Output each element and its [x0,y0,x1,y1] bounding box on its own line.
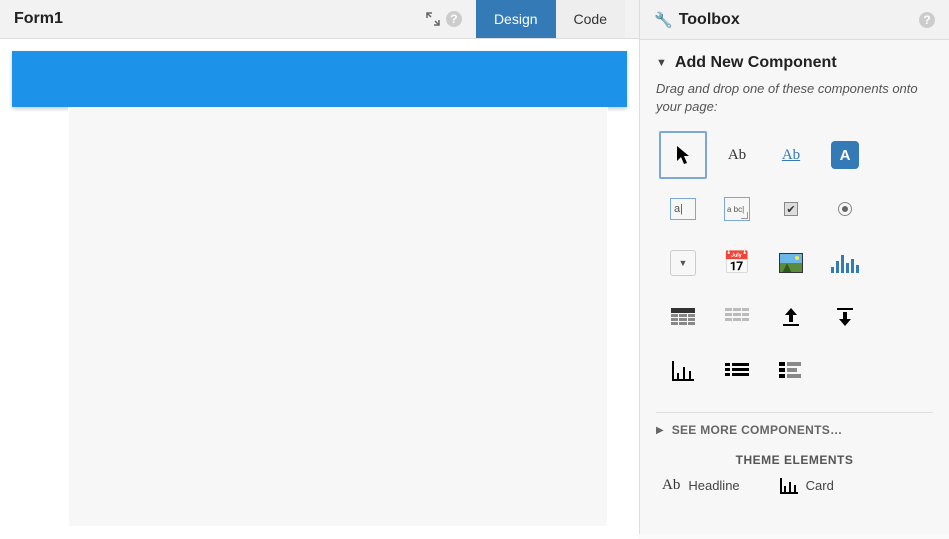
image-icon [779,253,803,273]
section-add-new[interactable]: ▼ Add New Component [656,54,933,72]
card-icon [780,478,798,494]
repeating-icon [725,308,749,326]
form-title: Form1 [14,10,63,28]
theme-title: THEME ELEMENTS [656,453,933,467]
button-icon: A [831,141,859,169]
left-panel: Form1 ? Design Code [0,0,639,534]
toolbox-header: 🔧 Toolbox ? [640,0,949,40]
dropdown-icon: ▼ [670,250,696,276]
theme-card[interactable]: Card [780,478,834,494]
download-icon [834,306,856,328]
toolbox-body: ▼ Add New Component Drag and drop one of… [640,40,949,534]
tool-link[interactable]: Ab [764,128,818,182]
tool-checkbox[interactable]: ✔ [764,182,818,236]
tool-upload[interactable] [764,290,818,344]
textbox-icon: a| [670,198,696,220]
datagrid-icon [671,308,695,326]
theme-headline[interactable]: Ab Headline [662,477,740,494]
tool-radio[interactable] [818,182,872,236]
tab-design[interactable]: Design [476,0,556,38]
view-tabs: Design Code [476,0,625,38]
theme-elements: THEME ELEMENTS Ab Headline Card [656,453,933,494]
upload-icon [780,306,802,328]
tool-datepicker[interactable]: 📅 [710,236,764,290]
label-icon: Ab [728,147,746,164]
tool-linear-panel[interactable] [710,344,764,398]
tool-flow-panel[interactable] [764,344,818,398]
expand-icon[interactable] [426,12,440,26]
textarea-icon: a bc| [724,197,750,221]
tab-code[interactable]: Code [556,0,625,38]
tool-download[interactable] [818,290,872,344]
checkbox-icon: ✔ [784,202,798,216]
left-header: Form1 ? Design Code [0,0,639,39]
tool-datagrid[interactable] [656,290,710,344]
tool-chart[interactable] [818,236,872,290]
form-body[interactable] [68,107,608,527]
toolbox-panel: 🔧 Toolbox ? ▼ Add New Component Drag and… [639,0,949,534]
tool-image[interactable] [764,236,818,290]
tool-label[interactable]: Ab [710,128,764,182]
chevron-down-icon: ▼ [656,57,667,69]
radio-icon [838,202,852,216]
linear-icon [725,363,749,379]
tool-cursor[interactable] [656,128,710,182]
design-canvas[interactable] [0,39,639,539]
calendar-icon: 📅 [723,250,750,276]
chevron-right-icon: ▶ [656,425,664,436]
help-icon[interactable]: ? [919,12,935,28]
tool-textarea[interactable]: a bc| [710,182,764,236]
tool-xy-panel[interactable] [656,344,710,398]
link-icon: Ab [782,147,800,164]
flow-icon [779,362,803,380]
component-grid: Ab Ab A a| a bc| ✔ ▼ 📅 [656,128,933,398]
see-more-components[interactable]: ▶ SEE MORE COMPONENTS… [656,412,933,437]
section-desc: Drag and drop one of these components on… [656,80,933,116]
toolbox-title: 🔧 Toolbox [654,11,740,29]
wrench-icon: 🔧 [654,11,673,29]
tool-textbox[interactable]: a| [656,182,710,236]
help-icon[interactable]: ? [446,11,462,27]
form-header-bar[interactable] [12,51,627,107]
cursor-icon [675,145,691,165]
tool-dropdown[interactable]: ▼ [656,236,710,290]
xy-icon [672,361,694,381]
tool-repeating-panel[interactable] [710,290,764,344]
headline-icon: Ab [662,477,680,494]
tool-button[interactable]: A [818,128,872,182]
chart-icon [831,253,859,273]
